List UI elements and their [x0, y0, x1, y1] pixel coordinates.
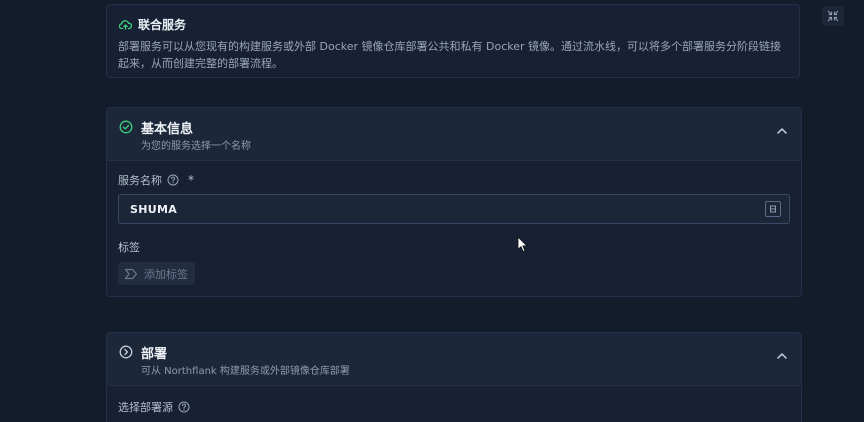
service-name-label-row: 服务名称 *: [118, 172, 194, 188]
cloud-upload-icon: [119, 20, 132, 30]
chevron-up-icon[interactable]: [777, 352, 787, 359]
intro-description: 部署服务可以从您现有的构建服务或外部 Docker 镜像仓库部署公共和私有 Do…: [118, 40, 782, 70]
id-card-icon[interactable]: [765, 201, 781, 217]
tags-label: 标签: [118, 241, 140, 254]
collapse-view-button[interactable]: [822, 6, 844, 26]
deploy-header[interactable]: 部署 可从 Northflank 构建服务或外部镜像仓库部署: [107, 333, 801, 386]
basic-info-header[interactable]: 基本信息 为您的服务选择一个名称: [107, 108, 801, 161]
chevron-right-circle-icon: [119, 345, 133, 359]
intro-title: 联合服务: [138, 18, 187, 32]
add-tag-button[interactable]: 添加标签: [118, 262, 195, 285]
page: 联合服务 部署服务可以从您现有的构建服务或外部 Docker 镜像仓库部署公共和…: [0, 0, 864, 422]
deploy-source-label: 选择部署源: [118, 401, 173, 414]
service-name-value: SHUMA: [130, 203, 178, 216]
check-circle-icon: [119, 120, 133, 134]
deploy-title: 部署: [141, 347, 168, 362]
intro-card: 联合服务 部署服务可以从您现有的构建服务或外部 Docker 镜像仓库部署公共和…: [106, 4, 800, 78]
basic-info-section: 基本信息 为您的服务选择一个名称 服务名称 * SHUMA 标签 添加标签: [106, 107, 802, 297]
add-tag-label: 添加标签: [144, 267, 188, 281]
basic-info-subtitle: 为您的服务选择一个名称: [141, 141, 251, 152]
collapse-arrows-icon: [827, 10, 839, 22]
chevron-up-icon[interactable]: [777, 127, 787, 134]
tags-label-row: 标签: [118, 239, 140, 255]
deploy-section: 部署 可从 Northflank 构建服务或外部镜像仓库部署 选择部署源: [106, 332, 802, 422]
mouse-cursor-icon: [517, 236, 528, 252]
deploy-source-label-row: 选择部署源: [118, 399, 190, 415]
required-mark: *: [188, 173, 194, 187]
tag-icon: [124, 268, 138, 279]
intro-title-row: 联合服务: [119, 16, 186, 33]
basic-info-title: 基本信息: [141, 122, 194, 137]
service-name-input[interactable]: SHUMA: [118, 194, 790, 224]
help-circle-icon[interactable]: [178, 401, 190, 413]
help-circle-icon[interactable]: [167, 174, 179, 186]
service-name-label: 服务名称: [118, 174, 162, 187]
deploy-subtitle: 可从 Northflank 构建服务或外部镜像仓库部署: [141, 366, 350, 377]
